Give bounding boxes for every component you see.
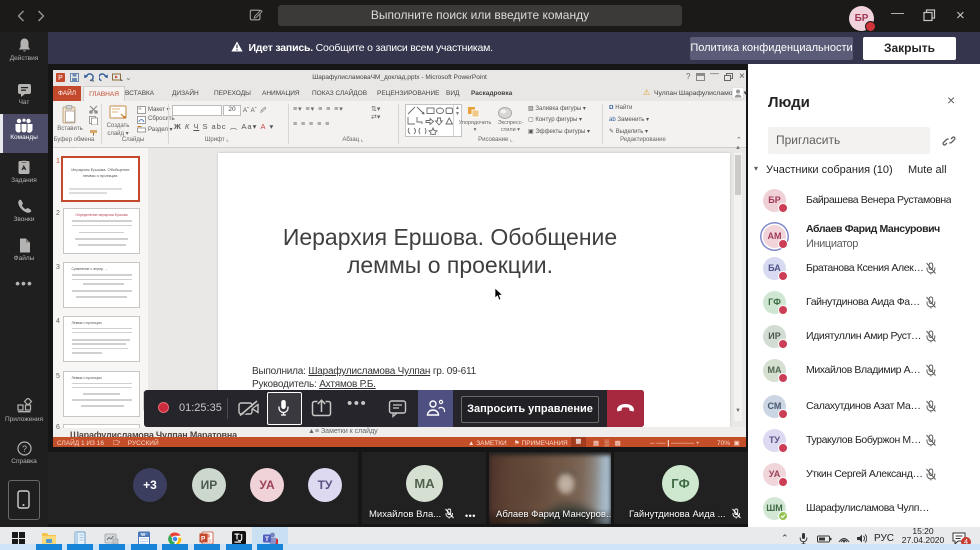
- svg-text:?: ?: [21, 444, 26, 454]
- svg-text:T: T: [265, 536, 269, 543]
- svg-text:P: P: [201, 536, 206, 543]
